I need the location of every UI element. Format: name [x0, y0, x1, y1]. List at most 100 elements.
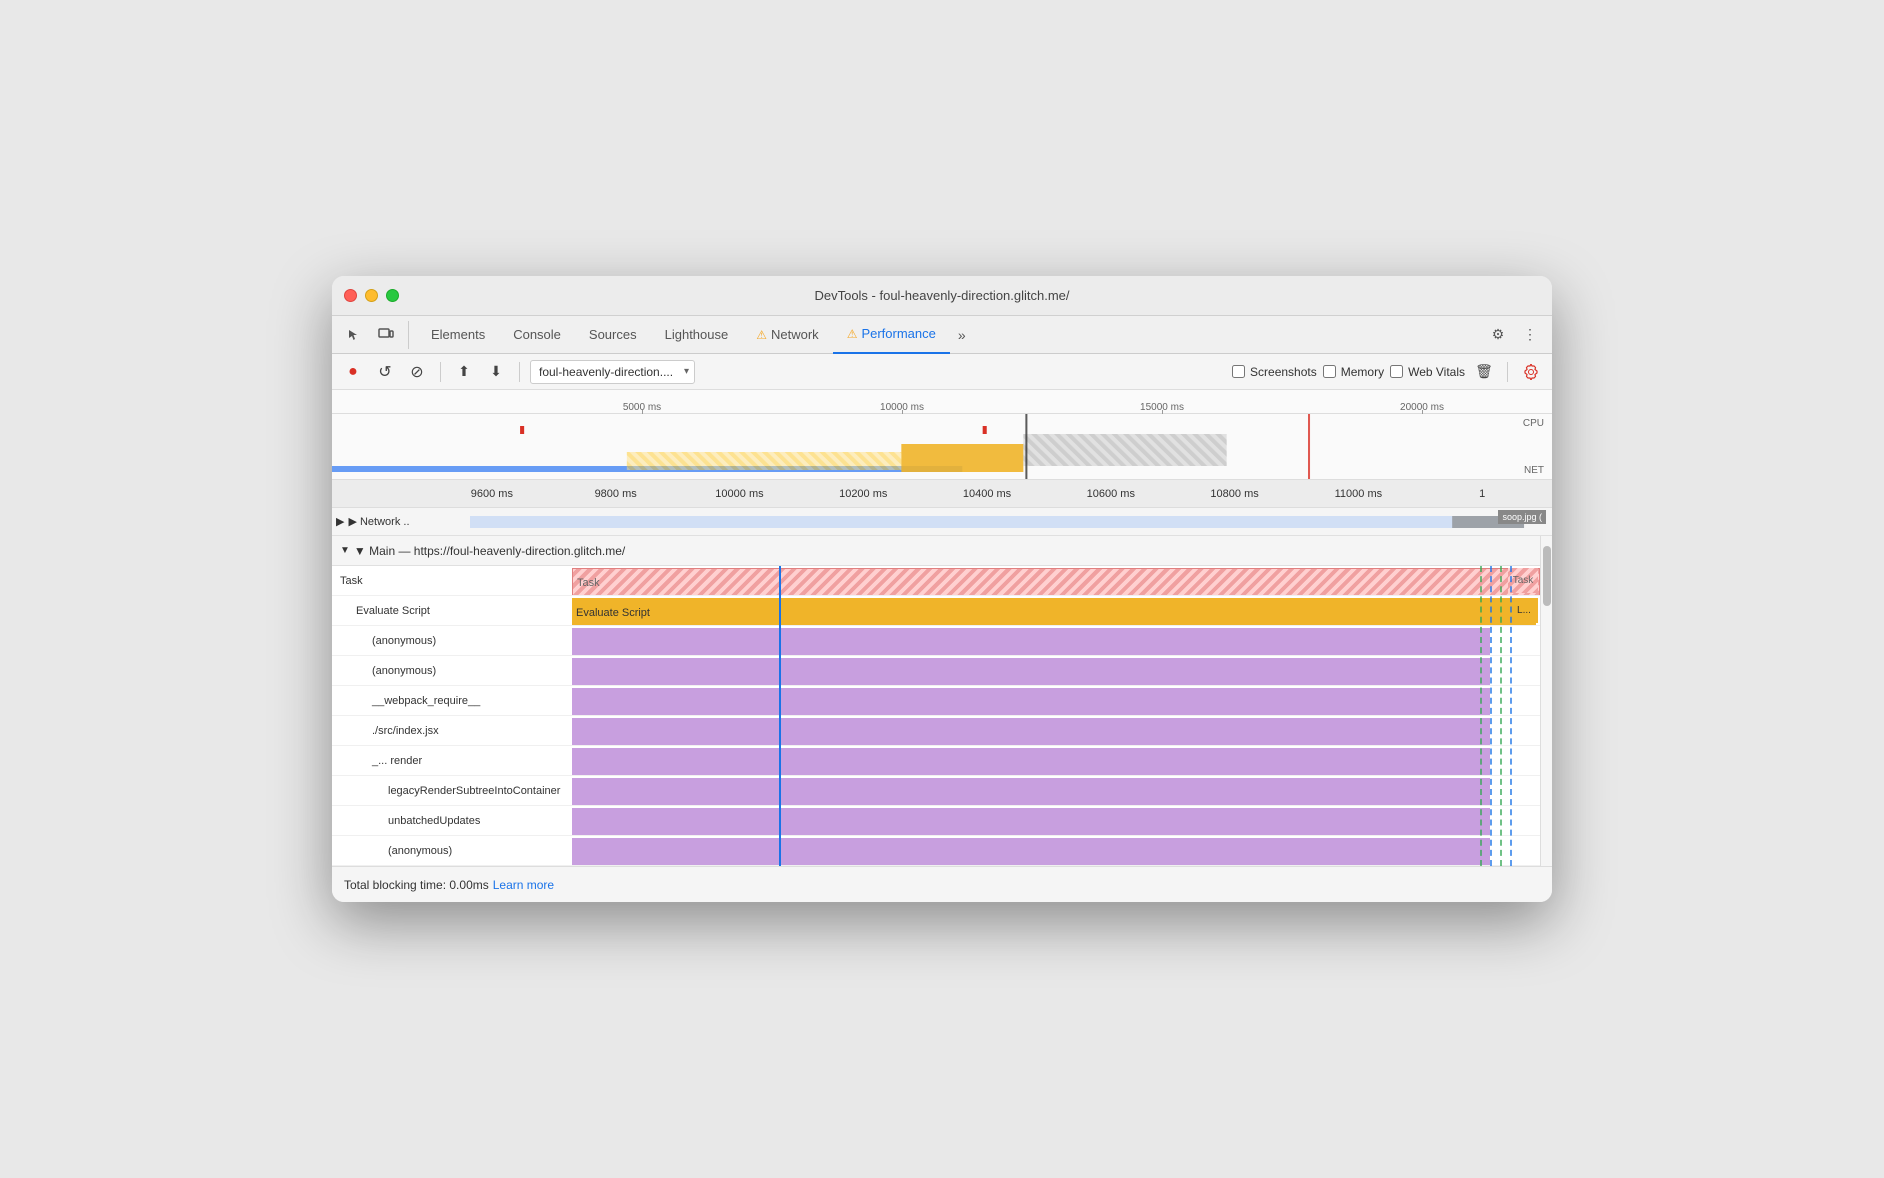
time-9800: 9800 ms: [554, 488, 678, 500]
task-bar: Task: [572, 568, 1540, 595]
network-timeline-area: soop.jpg (: [470, 508, 1548, 535]
close-button[interactable]: [344, 289, 357, 302]
time-marks: 9600 ms 9800 ms 10000 ms 10200 ms 10400 …: [430, 488, 1544, 500]
render-bar: [572, 748, 1490, 775]
flame-row-render[interactable]: _... render: [332, 746, 1540, 776]
time-10400: 10400 ms: [925, 488, 1049, 500]
webvitals-checkbox[interactable]: [1390, 365, 1403, 378]
flame-bar-col-task: Task Task: [572, 566, 1540, 595]
toolbar-separator-1: [440, 362, 441, 382]
learn-more-link[interactable]: Learn more: [493, 878, 554, 892]
record-button[interactable]: ●: [340, 359, 366, 385]
time-9600: 9600 ms: [430, 488, 554, 500]
tab-console[interactable]: Console: [499, 316, 575, 354]
dashed-marker-blue-2: [1510, 566, 1512, 866]
timeline-overview[interactable]: CPU NET: [332, 414, 1552, 480]
flame-row-legacy[interactable]: legacyRenderSubtreeIntoContainer: [332, 776, 1540, 806]
ruler-mark-15000: 15000 ms: [1032, 402, 1292, 413]
flame-label-anon-2: (anonymous): [332, 665, 572, 677]
memory-checkbox[interactable]: [1323, 365, 1336, 378]
blocking-time-text: Total blocking time: 0.00ms: [344, 878, 489, 892]
network-track-label: ▶ Network ..: [348, 515, 409, 528]
flame-label-render: _... render: [332, 755, 572, 767]
delete-recording-button[interactable]: 🗑: [1471, 359, 1497, 385]
toolbar-separator-3: [1507, 362, 1508, 382]
network-track-row: ▶ ▶ Network .. soop.jpg (: [332, 508, 1552, 536]
screenshots-checkbox[interactable]: [1232, 365, 1245, 378]
main-collapse-button[interactable]: ▼: [340, 545, 350, 556]
tab-network[interactable]: ⚠ Network: [742, 316, 832, 354]
device-icon[interactable]: [372, 321, 400, 349]
flame-bar-col-evaluate: Evaluate Script L...: [572, 596, 1540, 625]
minimize-button[interactable]: [365, 289, 378, 302]
more-options-icon[interactable]: ⋮: [1516, 321, 1544, 349]
tab-actions: ⚙ ⋮: [1484, 321, 1544, 349]
dashed-markers: [1480, 566, 1520, 866]
dashed-marker-blue-1: [1490, 566, 1492, 866]
window-title: DevTools - foul-heavenly-direction.glitc…: [814, 288, 1069, 303]
flame-row-evaluate[interactable]: Evaluate Script Evaluate Script L...: [332, 596, 1540, 626]
cpu-label: CPU: [1523, 418, 1544, 429]
flame-row-unbatched[interactable]: unbatchedUpdates: [332, 806, 1540, 836]
settings-gear-button[interactable]: [1518, 359, 1544, 385]
scrollbar-thumb[interactable]: [1543, 546, 1551, 606]
anon-bar-3: [572, 838, 1490, 865]
timeline-header[interactable]: 5000 ms 10000 ms 15000 ms 20000 ms: [332, 390, 1552, 480]
url-selector[interactable]: foul-heavenly-direction....: [530, 360, 695, 384]
flame-row-task[interactable]: Task Task Task: [332, 566, 1540, 596]
flame-row-anon-2[interactable]: (anonymous): [332, 656, 1540, 686]
legacy-bar: [572, 778, 1490, 805]
performance-warning-icon: ⚠: [847, 327, 858, 341]
webvitals-checkbox-label[interactable]: Web Vitals: [1390, 365, 1465, 379]
unbatched-bar: [572, 808, 1490, 835]
tab-performance[interactable]: ⚠ Performance: [833, 316, 950, 354]
title-bar: DevTools - foul-heavenly-direction.glitc…: [332, 276, 1552, 316]
flame-row-webpack[interactable]: __webpack_require__: [332, 686, 1540, 716]
flame-label-anon-1: (anonymous): [332, 635, 572, 647]
flame-row-srcindex[interactable]: ./src/index.jsx: [332, 716, 1540, 746]
webpack-bar: [572, 688, 1490, 715]
ruler-mark-5000: 5000 ms: [512, 402, 772, 413]
flame-label-task: Task: [332, 575, 572, 587]
settings-icon[interactable]: ⚙: [1484, 321, 1512, 349]
flame-bar-col-unbatched: [572, 806, 1540, 835]
dashed-marker-green-1: [1480, 566, 1482, 866]
status-bar: Total blocking time: 0.00ms Learn more: [332, 866, 1552, 902]
tab-lighthouse[interactable]: Lighthouse: [651, 316, 743, 354]
flame-bar-col-anon-3: [572, 836, 1540, 865]
flame-label-srcindex: ./src/index.jsx: [332, 725, 572, 737]
tab-elements[interactable]: Elements: [417, 316, 499, 354]
memory-checkbox-label[interactable]: Memory: [1323, 365, 1384, 379]
upload-button[interactable]: ⬆: [451, 359, 477, 385]
time-10600: 10600 ms: [1049, 488, 1173, 500]
flame-bar-col-anon-2: [572, 656, 1540, 685]
anon-bar-2: [572, 658, 1490, 685]
traffic-lights: [344, 289, 399, 302]
timeline-svg: [332, 414, 1552, 480]
vertical-scrollbar[interactable]: [1540, 536, 1552, 866]
download-button[interactable]: ⬇: [483, 359, 509, 385]
network-label: ▶ ▶ Network ..: [336, 515, 466, 528]
content-area: ▼ ▼ Main — https://foul-heavenly-directi…: [332, 536, 1552, 866]
maximize-button[interactable]: [386, 289, 399, 302]
flame-row-anon-3[interactable]: (anonymous): [332, 836, 1540, 866]
flame-bar-col-webpack: [572, 686, 1540, 715]
flame-label-anon-3: (anonymous): [332, 845, 572, 857]
flame-bar-col-render: [572, 746, 1540, 775]
content-main: ▼ ▼ Main — https://foul-heavenly-directi…: [332, 536, 1540, 866]
dashed-marker-green-2: [1500, 566, 1502, 866]
cursor-icon[interactable]: [340, 321, 368, 349]
flame-bar-col-srcindex: [572, 716, 1540, 745]
url-selector-wrapper: foul-heavenly-direction....: [530, 360, 695, 384]
tab-tool-icons: [340, 321, 409, 349]
time-11-partial: 1: [1420, 488, 1544, 500]
flame-label-unbatched: unbatchedUpdates: [332, 815, 572, 827]
tab-sources[interactable]: Sources: [575, 316, 651, 354]
tab-overflow-button[interactable]: »: [950, 327, 974, 343]
clear-button[interactable]: ⊘: [404, 359, 430, 385]
screenshots-checkbox-label[interactable]: Screenshots: [1232, 365, 1317, 379]
flame-row-anon-1[interactable]: (anonymous): [332, 626, 1540, 656]
toolbar: ● ↺ ⊘ ⬆ ⬇ foul-heavenly-direction.... Sc…: [332, 354, 1552, 390]
evaluate-bar: Evaluate Script: [572, 598, 1536, 625]
reload-button[interactable]: ↺: [372, 359, 398, 385]
